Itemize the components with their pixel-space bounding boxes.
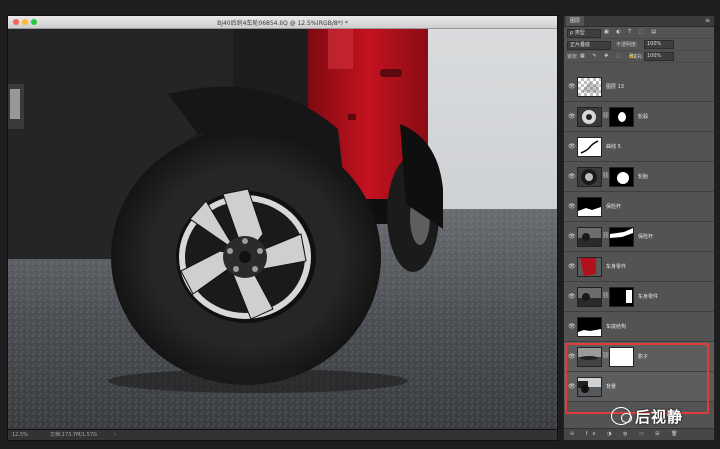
layers-panel: 图层 ≡ ρ 类型 ▣ ◐ T ⬚ ▤ 正片叠底 不透明度: 100% 锁定: … — [563, 15, 715, 441]
layer-row[interactable]: 👁 ⛓ 轮胎 — [564, 162, 714, 192]
layer-action-icons[interactable]: ⊝ fx ◑ ◍ ▭ ⊞ 🗑 — [570, 429, 682, 440]
lock-icons[interactable]: ▦ ✎ ✥ ⬚ 🔒 — [580, 53, 637, 59]
document-title: BJ40后刹4车轮06854.IIQ @ 12.5%(RGB/8*) * — [217, 20, 348, 27]
layer-name: 影子 — [638, 354, 649, 360]
layer-row[interactable]: 👁 车身零件 — [564, 252, 714, 282]
blend-row: 正片叠底 不透明度: 100% — [564, 39, 714, 51]
layer-row[interactable]: 👁 图层 13 — [564, 72, 714, 102]
layer-thumbnail — [577, 197, 602, 217]
layer-thumbnail — [577, 347, 602, 367]
layer-name: 轮胎 — [638, 174, 649, 180]
layer-mask-thumbnail[interactable] — [609, 227, 634, 247]
car-photo — [8, 29, 557, 430]
lock-label: 锁定: — [567, 54, 579, 60]
layer-mask-thumbnail[interactable] — [609, 107, 634, 127]
layer-thumbnail — [577, 377, 602, 397]
photoshop-workspace: { "document": { "title": "BJ40后刹4车轮06854… — [0, 0, 720, 449]
layer-name: 轮毂 — [638, 114, 649, 120]
eye-icon[interactable]: 👁 — [568, 383, 576, 390]
layer-thumbnail — [577, 77, 602, 97]
layer-row[interactable]: 👁 ⛓ 车身零件 — [564, 282, 714, 312]
layer-name: 背景 — [606, 384, 617, 390]
layer-name: 保险杆 — [606, 204, 622, 210]
layer-row[interactable]: 👁 曲线 5 — [564, 132, 714, 162]
eye-icon[interactable]: 👁 — [568, 293, 576, 300]
wechat-icon — [611, 407, 632, 425]
layer-name: 保险杆 — [638, 234, 654, 240]
layer-thumbnail — [577, 167, 602, 187]
layer-thumbnail — [577, 107, 602, 127]
tab-layers[interactable]: 图层 — [566, 16, 585, 26]
eye-icon[interactable]: 👁 — [568, 323, 576, 330]
layer-row[interactable]: 👁 车底结构 — [564, 312, 714, 342]
document-size: 文档:173.7M/1.57G — [50, 432, 98, 438]
eye-icon[interactable]: 👁 — [568, 263, 576, 270]
fill-label: 填充: — [632, 54, 644, 60]
zoom-level[interactable]: 12.5% — [12, 430, 28, 440]
layer-thumbnail — [577, 287, 602, 307]
image-canvas[interactable] — [8, 29, 557, 430]
eye-icon[interactable]: 👁 — [568, 203, 576, 210]
opacity-field[interactable]: 100% — [644, 40, 674, 49]
layer-name: 车底结构 — [606, 324, 627, 330]
layer-thumbnail — [577, 227, 602, 247]
layer-name: 车身零件 — [606, 264, 627, 270]
layer-thumbnail — [577, 137, 602, 157]
panel-header: 图层 ≡ — [564, 16, 714, 27]
filter-kind-select[interactable]: ρ 类型 — [567, 29, 601, 38]
eye-icon[interactable]: 👁 — [568, 233, 576, 240]
layer-row[interactable]: 👁 ⛓ 保险杆 — [564, 222, 714, 252]
lock-row: 锁定: ▦ ✎ ✥ ⬚ 🔒 填充: 100% — [564, 51, 714, 63]
layer-row[interactable]: 👁 ⛓ 影子 — [564, 342, 714, 372]
layer-mask-thumbnail[interactable] — [609, 347, 634, 367]
layer-name: 图层 13 — [606, 84, 624, 90]
eye-icon[interactable]: 👁 — [568, 173, 576, 180]
document-window: BJ40后刹4车轮06854.IIQ @ 12.5%(RGB/8*) * 12.… — [7, 15, 558, 441]
layer-row[interactable]: 👁 ⛓ 轮毂 — [564, 102, 714, 132]
blend-mode-select[interactable]: 正片叠底 — [567, 41, 611, 50]
opacity-label: 不透明度: — [616, 42, 638, 48]
status-bar: 12.5% 文档:173.7M/1.57G › — [8, 429, 557, 440]
layer-mask-thumbnail[interactable] — [609, 287, 634, 307]
fill-field[interactable]: 100% — [644, 52, 674, 61]
layers-panel-footer: ⊝ fx ◑ ◍ ▭ ⊞ 🗑 — [564, 428, 714, 440]
status-menu-arrow[interactable]: › — [114, 430, 116, 440]
eye-icon[interactable]: 👁 — [568, 353, 576, 360]
filter-row: ρ 类型 ▣ ◐ T ⬚ ▤ — [564, 27, 714, 39]
watermark-text: 后视静 — [635, 407, 684, 426]
layer-row[interactable]: 👁 保险杆 — [564, 192, 714, 222]
document-titlebar[interactable]: BJ40后刹4车轮06854.IIQ @ 12.5%(RGB/8*) * — [8, 16, 557, 29]
eye-icon[interactable]: 👁 — [568, 143, 576, 150]
layer-row[interactable]: 👁 背景 — [564, 372, 714, 402]
panel-menu-icon[interactable]: ≡ — [705, 17, 710, 24]
layer-name: 曲线 5 — [606, 144, 621, 150]
layer-list: 👁 图层 13 👁 ⛓ 轮毂 👁 曲线 5 👁 ⛓ 轮胎 👁 保险杆 👁 ⛓ 保… — [564, 72, 714, 402]
filter-type-icons[interactable]: ▣ ◐ T ⬚ ▤ — [604, 29, 659, 35]
layer-name: 车身零件 — [638, 294, 659, 300]
watermark: 后视静 — [611, 405, 683, 427]
layer-mask-thumbnail[interactable] — [609, 167, 634, 187]
eye-icon[interactable]: 👁 — [568, 113, 576, 120]
layer-thumbnail — [577, 317, 602, 337]
eye-icon[interactable]: 👁 — [568, 83, 576, 90]
layer-thumbnail — [577, 257, 602, 277]
